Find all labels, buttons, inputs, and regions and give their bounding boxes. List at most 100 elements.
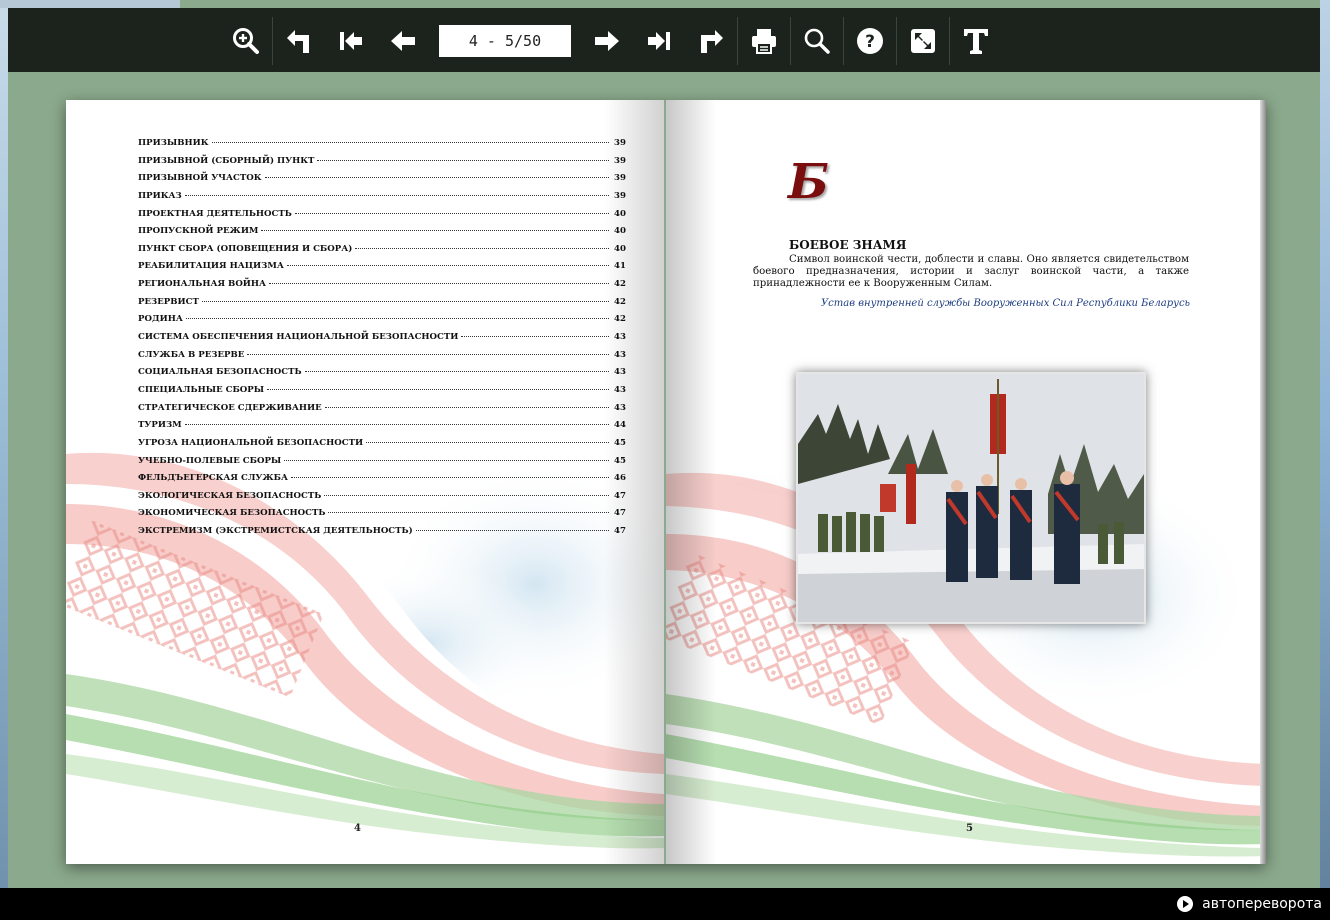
- toc-leader-dots: [184, 424, 609, 426]
- toc-item[interactable]: СЛУЖБА В РЕЗЕРВЕ 43: [138, 350, 626, 368]
- play-icon: [1177, 896, 1194, 912]
- redo-button[interactable]: [685, 17, 737, 65]
- toc-leader-dots: [185, 318, 609, 320]
- help-button[interactable]: ?: [844, 17, 896, 65]
- toc-item[interactable]: СОЦИАЛЬНАЯ БЕЗОПАСНОСТЬ 43: [138, 367, 626, 385]
- honor-guard-photo: [796, 372, 1146, 624]
- page-number-input[interactable]: [439, 25, 571, 57]
- toc-item-title: СЛУЖБА В РЕЗЕРВЕ: [138, 349, 245, 360]
- toc-item-title: ТУРИЗМ: [138, 420, 182, 431]
- toc-leader-dots: [284, 459, 609, 461]
- toc-item[interactable]: ФЕЛЬДЪЕГЕРСКАЯ СЛУЖБА 46: [138, 473, 626, 491]
- toc-item-page: 47: [614, 490, 626, 501]
- toc-item[interactable]: ПРИЗЫВНОЙ УЧАСТОК 39: [138, 173, 626, 191]
- toc-item-page: 45: [614, 455, 626, 466]
- viewer-toolbar: ?: [8, 8, 1320, 72]
- next-page-icon: [595, 31, 619, 51]
- zoom-in-button[interactable]: [220, 17, 272, 65]
- toc-item[interactable]: ПРОПУСКНОЙ РЕЖИМ 40: [138, 226, 626, 244]
- toc-item-title: ПРОПУСКНОЙ РЕЖИМ: [138, 226, 259, 237]
- toc-item-title: ЭКОЛОГИЧЕСКАЯ БЕЗОПАСНОСТЬ: [138, 490, 322, 501]
- zoom-in-icon: [233, 28, 259, 54]
- toc-item[interactable]: СПЕЦИАЛЬНЫЕ СБОРЫ 43: [138, 385, 626, 403]
- toc-item[interactable]: ПУНКТ СБОРА (ОПОВЕЩЕНИЯ И СБОРА) 40: [138, 244, 626, 262]
- page-number: 5: [966, 823, 973, 834]
- toc-item-title: ЭКСТРЕМИЗМ (ЭКСТРЕМИСТСКАЯ ДЕЯТЕЛЬНОСТЬ): [138, 526, 413, 537]
- toc-item-page: 43: [614, 367, 626, 378]
- toc-item-title: СОЦИАЛЬНАЯ БЕЗОПАСНОСТЬ: [138, 367, 302, 378]
- toc-item-page: 46: [614, 473, 626, 484]
- print-button[interactable]: [738, 17, 790, 65]
- toc-leader-dots: [286, 265, 609, 267]
- toc-item[interactable]: ЭКОНОМИЧЕСКАЯ БЕЗОПАСНОСТЬ 47: [138, 508, 626, 526]
- first-page-button[interactable]: [325, 17, 377, 65]
- left-page[interactable]: ПРИЗЫВНИК 39 ПРИЗЫВНОЙ (СБОРНЫЙ) ПУНКТ 39 ПР…: [66, 100, 664, 864]
- toc-item[interactable]: ЭКОЛОГИЧЕСКАЯ БЕЗОПАСНОСТЬ 47: [138, 491, 626, 509]
- toc-item[interactable]: РОДИНА 42: [138, 314, 626, 332]
- toc-item-title: ЭКОНОМИЧЕСКАЯ БЕЗОПАСНОСТЬ: [138, 508, 326, 519]
- toc-item[interactable]: РЕЗЕРВИСТ 42: [138, 297, 626, 315]
- desktop-background-top: [0, 0, 180, 8]
- first-page-icon: [340, 32, 362, 50]
- toc-item-title: РОДИНА: [138, 314, 183, 325]
- toc-item-title: ПРОЕКТНАЯ ДЕЯТЕЛЬНОСТЬ: [138, 208, 292, 219]
- toc-item-title: УГРОЗА НАЦИОНАЛЬНОЙ БЕЗОПАСНОСТИ: [138, 437, 364, 448]
- toc-item[interactable]: ПРИЗЫВНОЙ (СБОРНЫЙ) ПУНКТ 39: [138, 156, 626, 174]
- toc-item[interactable]: СИСТЕМА ОБЕСПЕЧЕНИЯ НАЦИОНАЛЬНОЙ БЕЗОПАС…: [138, 332, 626, 350]
- toc-item[interactable]: ПРОЕКТНАЯ ДЕЯТЕЛЬНОСТЬ 40: [138, 209, 626, 227]
- toc-item-page: 42: [614, 296, 626, 307]
- toc-item-page: 43: [614, 332, 626, 343]
- prev-page-button[interactable]: [377, 17, 429, 65]
- toc-item-title: РЕГИОНАЛЬНАЯ ВОЙНА: [138, 279, 267, 290]
- toc-item-title: ПРИЗЫВНИК: [138, 138, 209, 148]
- undo-icon: [287, 30, 309, 53]
- redo-icon: [701, 30, 723, 53]
- toc-item-page: 40: [614, 243, 626, 254]
- toc-item-title: РЕАБИЛИТАЦИЯ НАЦИЗМА: [138, 261, 284, 272]
- toc-item[interactable]: УЧЕБНО-ПОЛЕВЫЕ СБОРЫ 45: [138, 456, 626, 474]
- toc-item-page: 43: [614, 402, 626, 413]
- toc-leader-dots: [264, 177, 609, 179]
- toc-leader-dots: [184, 194, 609, 196]
- toc-item[interactable]: УГРОЗА НАЦИОНАЛЬНОЙ БЕЗОПАСНОСТИ 45: [138, 438, 626, 456]
- right-page[interactable]: Б БОЕВОЕ ЗНАМЯ Символ воинской чести, до…: [666, 100, 1266, 864]
- desktop-background-left: [0, 0, 8, 920]
- undo-button[interactable]: [273, 17, 325, 65]
- toc-item[interactable]: СТРАТЕГИЧЕСКОЕ СДЕРЖИВАНИЕ 43: [138, 403, 626, 421]
- table-of-contents: ПРИЗЫВНИК 39 ПРИЗЫВНОЙ (СБОРНЫЙ) ПУНКТ 39 ПР…: [138, 138, 626, 544]
- toc-item[interactable]: ТУРИЗМ 44: [138, 420, 626, 438]
- toc-leader-dots: [304, 371, 609, 373]
- toc-leader-dots: [261, 230, 609, 232]
- toc-leader-dots: [461, 336, 609, 338]
- autoflip-button[interactable]: автопереворота: [1176, 895, 1322, 913]
- fullscreen-button[interactable]: [897, 17, 949, 65]
- toc-item[interactable]: ПРИКАЗ 39: [138, 191, 626, 209]
- search-icon: [804, 28, 830, 54]
- next-page-button[interactable]: [581, 17, 633, 65]
- toc-item-title: ПРИЗЫВНОЙ (СБОРНЫЙ) ПУНКТ: [138, 155, 315, 166]
- toc-item-page: 42: [614, 279, 626, 290]
- toc-item-title: УЧЕБНО-ПОЛЕВЫЕ СБОРЫ: [138, 455, 282, 466]
- toc-item[interactable]: ПРИЗЫВНИК 39: [138, 138, 626, 156]
- page-number: 4: [354, 823, 361, 834]
- toc-leader-dots: [211, 142, 609, 143]
- search-button[interactable]: [791, 17, 843, 65]
- help-icon: ?: [857, 28, 883, 54]
- toc-item[interactable]: РЕГИОНАЛЬНАЯ ВОЙНА 42: [138, 279, 626, 297]
- toc-item-page: 41: [614, 261, 626, 272]
- text-mode-button[interactable]: [950, 17, 1002, 65]
- toc-item-page: 43: [614, 349, 626, 360]
- toc-item[interactable]: РЕАБИЛИТАЦИЯ НАЦИЗМА 41: [138, 261, 626, 279]
- page-edge: [1260, 100, 1266, 864]
- toc-item-page: 45: [614, 437, 626, 448]
- toc-item[interactable]: ЭКСТРЕМИЗМ (ЭКСТРЕМИСТСКАЯ ДЕЯТЕЛЬНОСТЬ)…: [138, 526, 626, 544]
- toc-item-title: СПЕЦИАЛЬНЫЕ СБОРЫ: [138, 384, 265, 395]
- prev-page-icon: [391, 31, 415, 51]
- toc-leader-dots: [267, 388, 609, 390]
- last-page-button[interactable]: [633, 17, 685, 65]
- entry-source: Устав внутренней службы Вооруженных Сил …: [820, 298, 1190, 309]
- toc-item-page: 39: [614, 190, 626, 201]
- toc-item-title: СТРАТЕГИЧЕСКОЕ СДЕРЖИВАНИЕ: [138, 402, 322, 413]
- text-icon: [964, 29, 988, 54]
- toc-item-title: ФЕЛЬДЪЕГЕРСКАЯ СЛУЖБА: [138, 473, 289, 484]
